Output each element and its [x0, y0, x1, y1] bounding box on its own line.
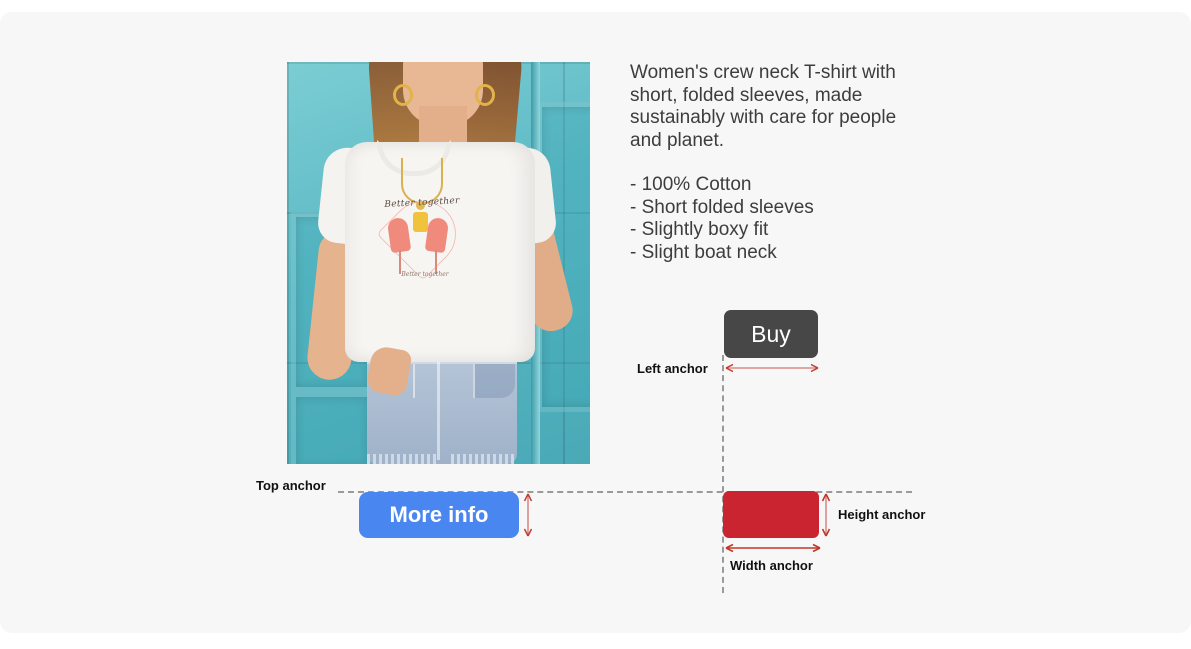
feature-item: - Slight boat neck — [630, 241, 777, 263]
red-box-element[interactable] — [723, 491, 819, 538]
left-anchor-arrow — [725, 363, 819, 373]
model-figure: Better together Better together — [305, 62, 577, 464]
left-anchor-label: Left anchor — [637, 361, 708, 376]
left-anchor-guide-line — [722, 355, 724, 593]
width-anchor-label: Width anchor — [730, 558, 813, 573]
content-panel — [0, 12, 1191, 633]
height-anchor-label: Height anchor — [838, 507, 926, 522]
height-anchor-arrow — [821, 493, 831, 537]
feature-item: - Slightly boxy fit — [630, 219, 769, 240]
earring-right — [475, 84, 495, 106]
feature-item: - 100% Cotton — [630, 174, 752, 195]
frayed-hem-right — [451, 454, 517, 464]
earring-left — [393, 84, 413, 106]
more-info-height-arrow — [523, 493, 533, 537]
buy-button[interactable]: Buy — [724, 310, 818, 358]
top-anchor-label: Top anchor — [256, 478, 326, 493]
screenshot-root: Better together Better together Women's … — [0, 0, 1191, 649]
product-image: Better together Better together — [287, 62, 590, 464]
more-info-button[interactable]: More info — [359, 492, 519, 538]
width-anchor-arrow — [725, 543, 821, 553]
feature-item: - Short folded sleeves — [630, 196, 814, 218]
tshirt-graphic-subtext: Better together — [401, 271, 449, 278]
description-intro: Women's crew neck T-shirt with short, fo… — [630, 62, 897, 151]
frayed-hem-left — [367, 454, 437, 464]
shorts-pocket-right — [473, 364, 515, 398]
shorts-seam — [437, 352, 440, 460]
product-description: Women's crew neck T-shirt with short, fo… — [630, 62, 930, 264]
